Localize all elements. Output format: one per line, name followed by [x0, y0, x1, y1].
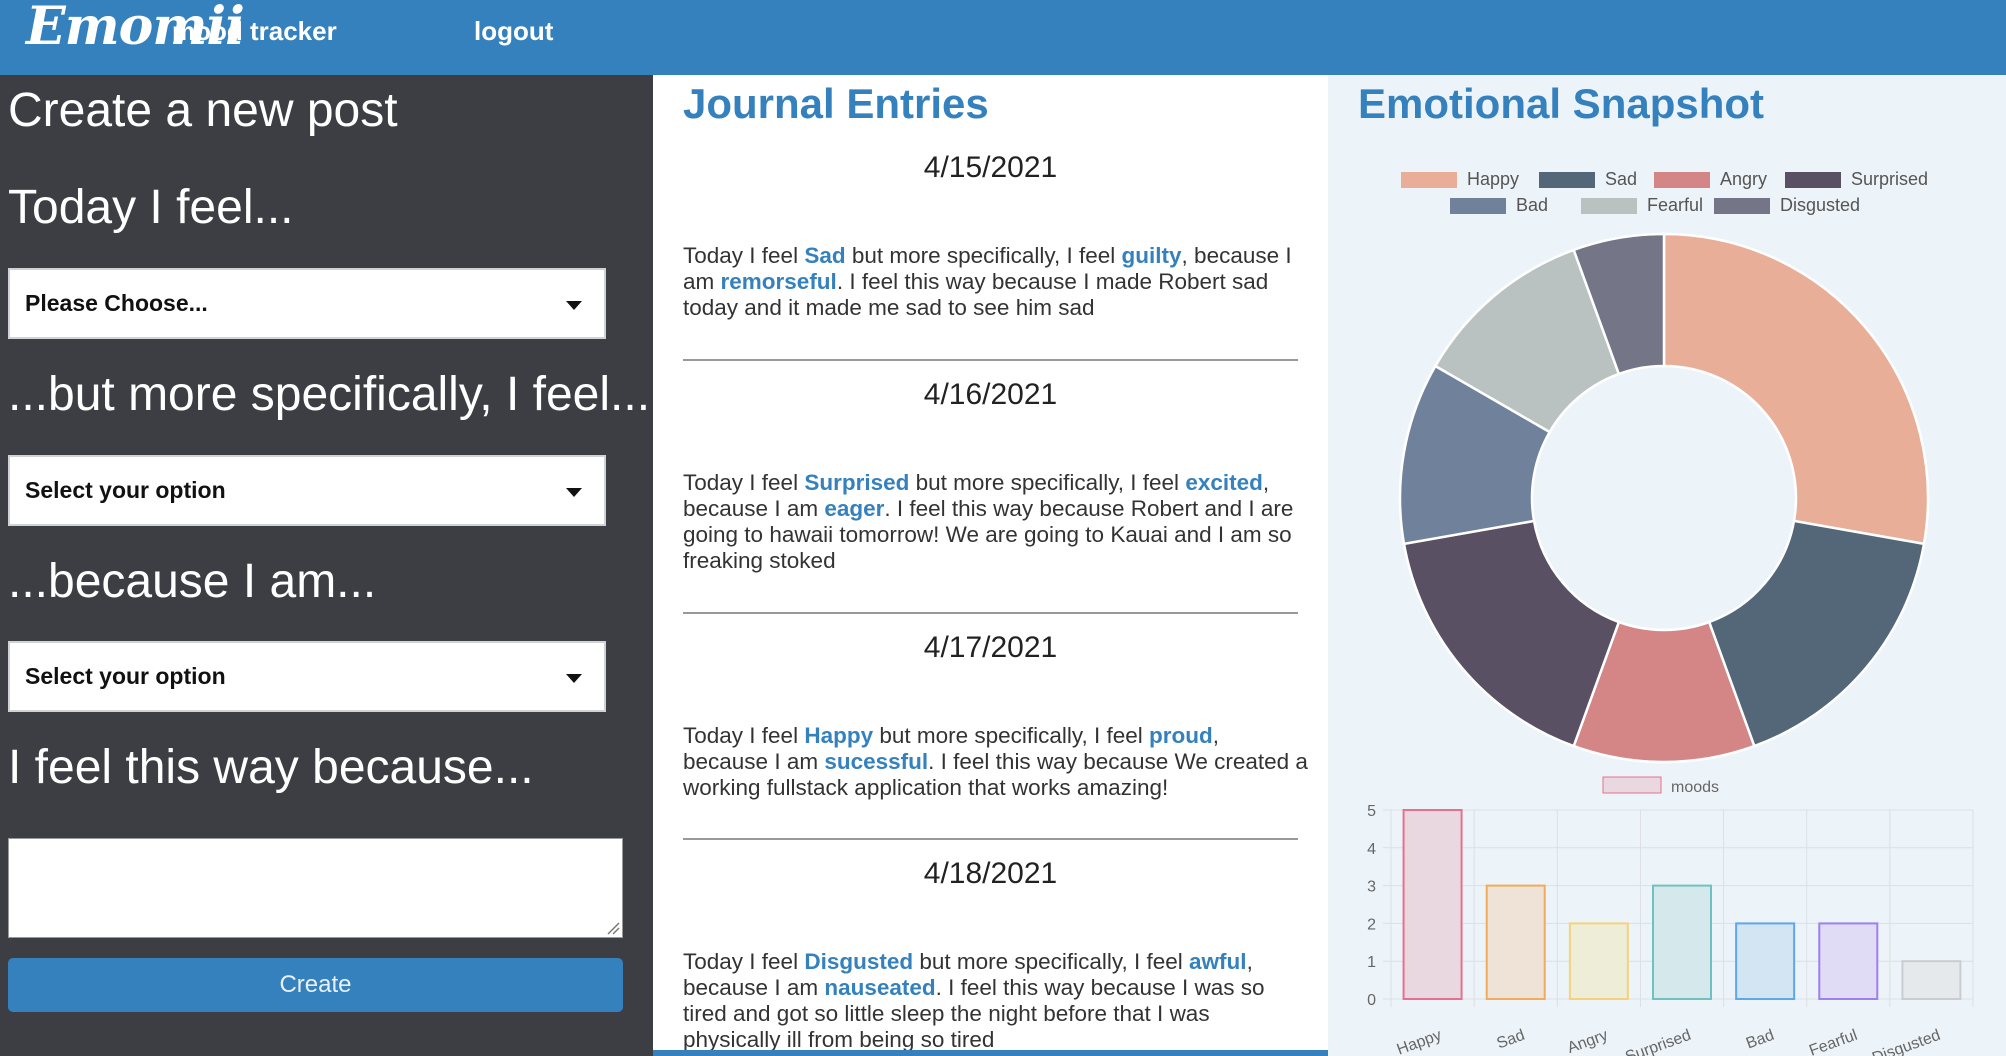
- bar-sad: [1485, 884, 1546, 1000]
- entry-feeling: excited: [1185, 470, 1263, 495]
- resize-handle-icon[interactable]: [606, 921, 620, 935]
- entry-date: 4/17/2021: [923, 631, 1058, 664]
- entry-reason: eager: [824, 496, 885, 521]
- y-tick-label: 2: [1367, 916, 1376, 933]
- new-post-panel: Create a new post Today I feel... Please…: [0, 75, 653, 1056]
- entry-date: 4/18/2021: [923, 857, 1058, 890]
- entry-feeling: awful: [1189, 949, 1247, 974]
- new-post-title: Create a new post: [8, 84, 398, 137]
- bar-legend-label: moods: [1671, 779, 1719, 796]
- x-tick-label: Angry: [1565, 1027, 1610, 1056]
- y-tick-label: 0: [1367, 992, 1376, 1009]
- entry-text: Today I feel Surprised but more specific…: [683, 470, 1294, 573]
- because-label: ...because I am...: [8, 555, 377, 608]
- chevron-down-icon: [566, 301, 582, 310]
- x-tick-label: Disgusted: [1870, 1027, 1943, 1056]
- entry-date: 4/15/2021: [923, 151, 1058, 184]
- y-tick-label: 4: [1367, 841, 1376, 858]
- x-tick-label: Surprised: [1623, 1027, 1693, 1056]
- x-tick-label: Fearful: [1807, 1027, 1860, 1056]
- bar-angry: [1568, 922, 1629, 1001]
- feel-label: Today I feel...: [8, 181, 294, 234]
- entry-reason: nauseated: [824, 975, 936, 1000]
- doughnut-slice-surprised: [1402, 519, 1621, 748]
- entry-divider: [683, 612, 1298, 614]
- mood-select-value: Please Choose...: [25, 290, 208, 316]
- entry-divider: [683, 838, 1298, 840]
- reason-select[interactable]: Select your option: [8, 641, 606, 712]
- entry-mood: Disgusted: [804, 949, 914, 974]
- x-tick-label: Sad: [1495, 1027, 1528, 1053]
- entry-feeling: guilty: [1121, 243, 1182, 268]
- specific-label: ...but more specifically, I feel...: [8, 368, 651, 421]
- bar-disgusted: [1901, 960, 1962, 1001]
- journal-title: Journal Entries: [683, 80, 989, 127]
- specific-feeling-select[interactable]: Select your option: [8, 455, 606, 526]
- entry-text: Today I feel Sad but more specifically, …: [683, 243, 1292, 320]
- app-subtitle: mood tracker: [172, 16, 337, 46]
- chevron-down-icon: [566, 674, 582, 683]
- x-tick-label: Bad: [1744, 1027, 1777, 1053]
- bar-surprised: [1652, 884, 1712, 1000]
- reason-textarea[interactable]: [8, 838, 623, 938]
- create-button[interactable]: Create: [8, 958, 623, 1012]
- entry-mood: Surprised: [804, 470, 910, 495]
- bottom-accent-bar: [653, 1050, 1328, 1056]
- x-tick-label: Happy: [1395, 1027, 1444, 1056]
- top-navbar: Emomii mood tracker logout: [0, 0, 2006, 75]
- entry-text: Today I feel Happy but more specifically…: [683, 723, 1308, 800]
- y-tick-label: 3: [1367, 879, 1376, 896]
- bar-legend-swatch: [1602, 776, 1662, 794]
- y-tick-label: 1: [1367, 954, 1376, 971]
- y-tick-label: 5: [1367, 803, 1376, 820]
- doughnut-slice-happy: [1662, 232, 1930, 546]
- specific-select-value: Select your option: [25, 477, 226, 503]
- entry-reason: remorseful: [720, 269, 837, 294]
- bar-fearful: [1818, 922, 1879, 1001]
- entry-mood: Sad: [804, 243, 846, 268]
- bar-bad: [1735, 922, 1796, 1001]
- chevron-down-icon: [566, 488, 582, 497]
- snapshot-panel: Emotional Snapshot Happy Sad Angry Surprise…: [1328, 75, 2006, 1056]
- entry-date: 4/16/2021: [923, 378, 1058, 411]
- mood-select[interactable]: Please Choose...: [8, 268, 606, 339]
- journal-panel: Journal Entries 4/15/2021 Today I feel S…: [653, 75, 1328, 1056]
- entry-feeling: proud: [1149, 723, 1213, 748]
- entry-mood: Happy: [804, 723, 874, 748]
- logout-link[interactable]: logout: [474, 16, 553, 47]
- entry-text: Today I feel Disgusted but more specific…: [683, 949, 1265, 1052]
- bar-happy: [1402, 809, 1463, 1000]
- mood-charts: moods 0 1 2 3 4 5 Happy Sad Angry Surprised Bad Fear…: [1367, 232, 1974, 1056]
- entry-reason: sucessful: [824, 749, 929, 774]
- reason-label: I feel this way because...: [8, 741, 534, 794]
- entry-divider: [683, 359, 1298, 361]
- reason-select-value: Select your option: [25, 663, 226, 689]
